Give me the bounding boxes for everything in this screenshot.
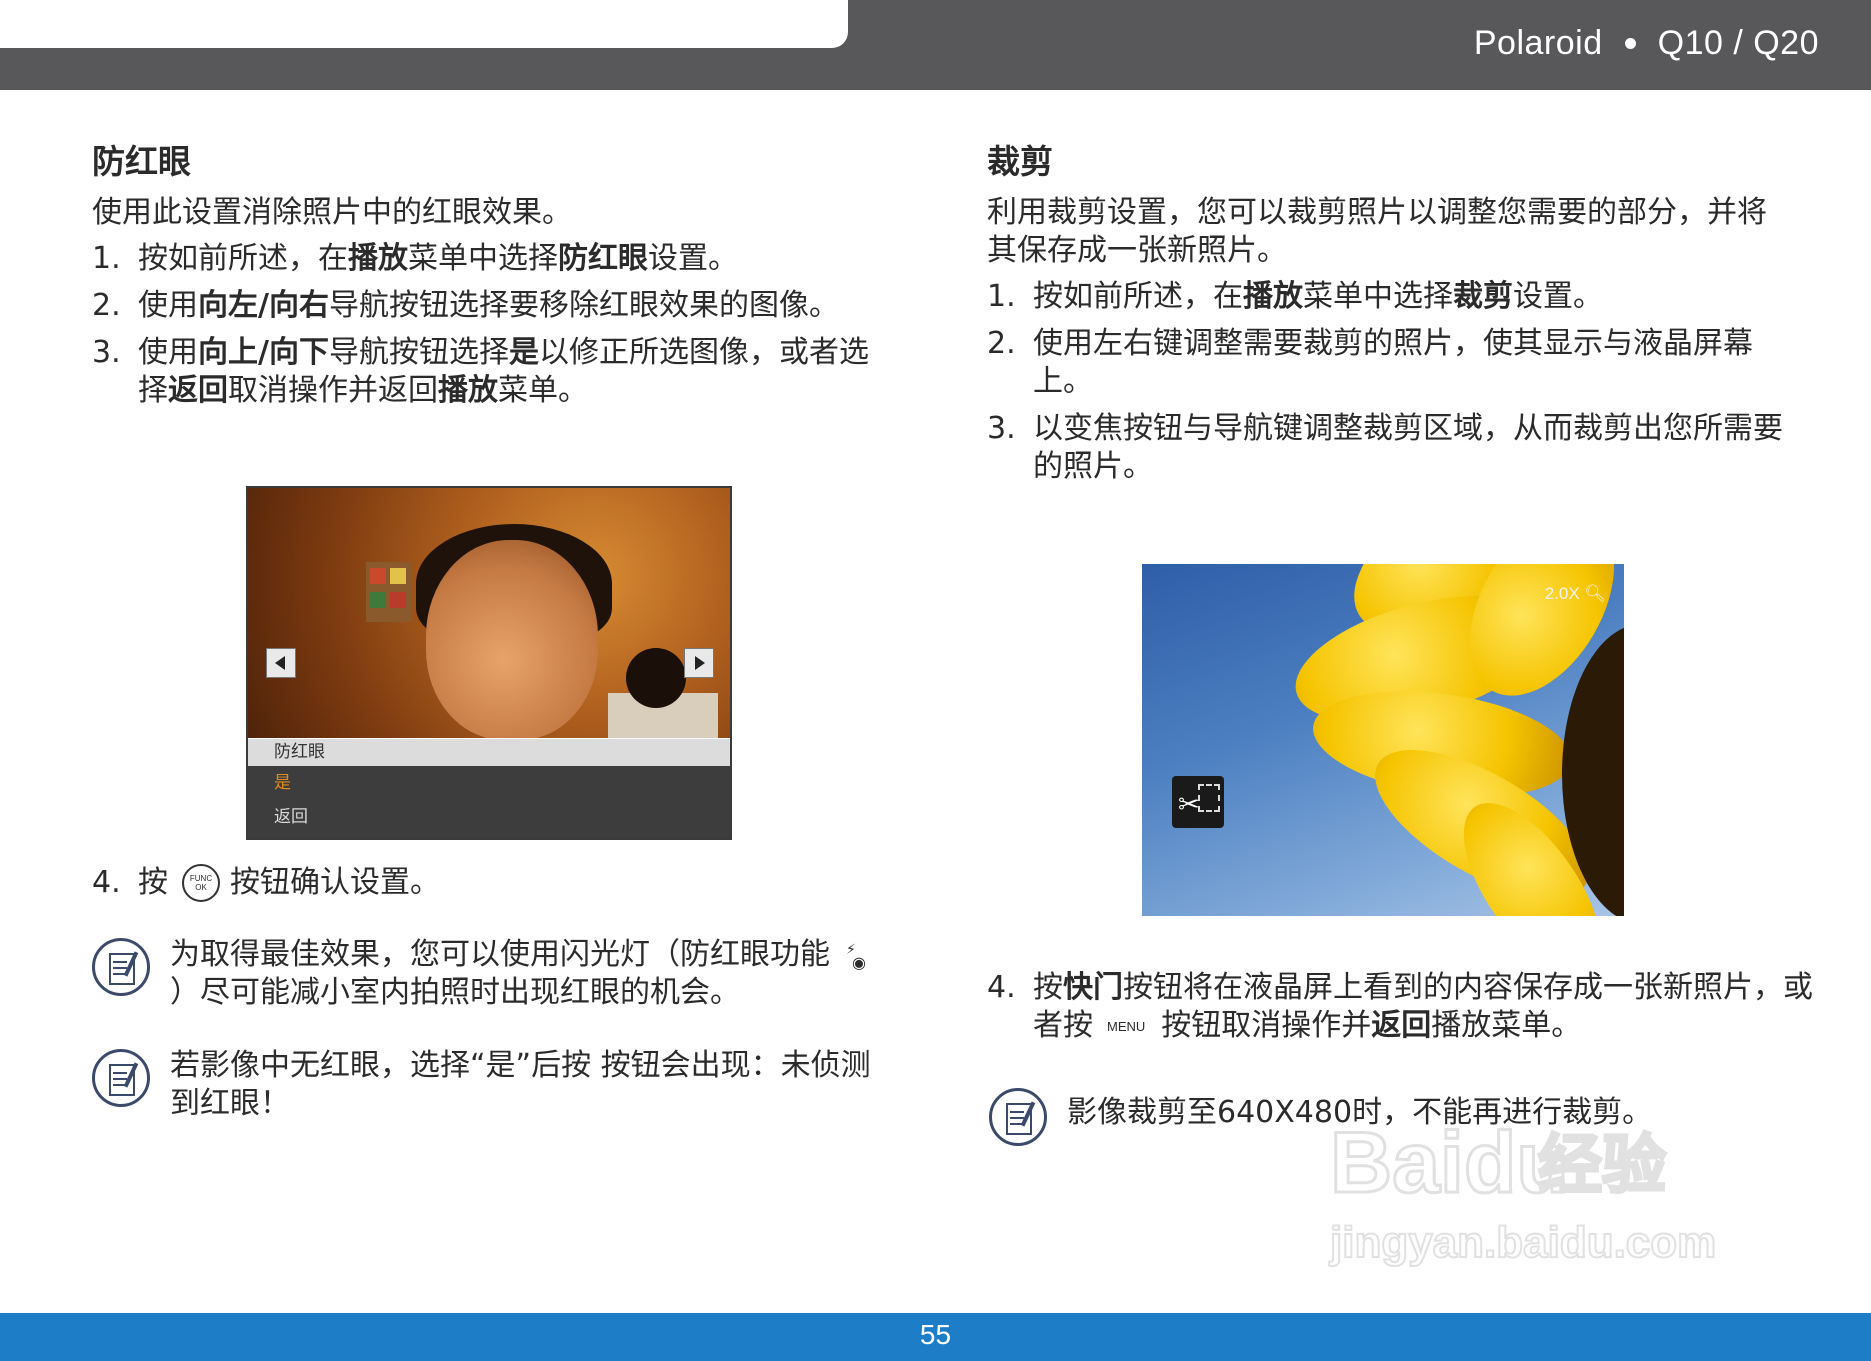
step-text: 菜单中选择 bbox=[1303, 279, 1453, 314]
step-bold: 向上/向下 bbox=[198, 335, 329, 370]
person-face bbox=[426, 540, 598, 740]
crop-camera-screen: 2.0X 🔍︎ ✂ bbox=[1142, 564, 1624, 916]
flash-redeye-icon: ⚡ ◉ bbox=[846, 941, 866, 972]
note-text-part: 为取得最佳效果，您可以使用闪光灯（防红眼功能 bbox=[170, 937, 830, 972]
background-shelf bbox=[366, 562, 412, 622]
right-column: 裁剪 利用裁剪设置，您可以裁剪照片以调整您需要的部分，并将其保存成一张新照片。 … bbox=[987, 140, 1787, 495]
watermark-brand: Baidu bbox=[1329, 1115, 1571, 1211]
left-arrow-icon bbox=[266, 648, 296, 678]
step-text: 播放菜单。 bbox=[1431, 1008, 1582, 1043]
note-text: 为取得最佳效果，您可以使用闪光灯（防红眼功能 ⚡ ◉ ）尽可能减小室内拍照时出现红眼的… bbox=[170, 936, 890, 1012]
step-text: 使用 bbox=[138, 288, 198, 323]
crop-step-2: 2. 使用左右键调整需要裁剪的照片，使其显示与液晶屏幕上。 bbox=[987, 325, 1787, 401]
note-no-redeye: 若影像中无红眼，选择“是”后按 按钮会出现：未侦测到红眼！ bbox=[92, 1047, 892, 1123]
step-text: 导航按钮选择要移除红眼效果的图像。 bbox=[328, 288, 839, 323]
menu-button-label: MENU bbox=[1107, 1018, 1146, 1034]
step-text: 设置。 bbox=[1513, 279, 1603, 314]
note-pencil-icon bbox=[92, 1049, 150, 1107]
redeye-step-1: 1. 按如前所述，在播放菜单中选择防红眼设置。 bbox=[92, 240, 892, 278]
step-text: 使用 bbox=[138, 335, 198, 370]
step-number: 3. bbox=[987, 411, 1016, 446]
watermark-url: jingyan.baidu.com bbox=[1329, 1217, 1717, 1268]
func-label: FUNC bbox=[189, 874, 213, 883]
step-text: 按 bbox=[138, 865, 168, 900]
redeye-intro: 使用此设置消除照片中的红眼效果。 bbox=[92, 195, 572, 230]
step-number: 4. bbox=[987, 970, 1016, 1005]
step-number: 4. bbox=[92, 865, 121, 900]
background-person-head bbox=[626, 648, 686, 708]
step-text: 菜单。 bbox=[498, 373, 588, 408]
step-text: 菜单中选择 bbox=[408, 241, 558, 276]
crop-intro: 利用裁剪设置，您可以裁剪照片以调整您需要的部分，并将其保存成一张新照片。 bbox=[987, 195, 1767, 268]
crop-step-1: 1. 按如前所述，在播放菜单中选择裁剪设置。 bbox=[987, 278, 1787, 316]
step-bold: 返回 bbox=[168, 373, 228, 408]
step-text: 取消操作并返回 bbox=[228, 373, 438, 408]
screen-menu-back: 返回 bbox=[274, 807, 308, 827]
step-text: 导航按钮选择 bbox=[328, 335, 509, 370]
step-bold: 播放 bbox=[348, 241, 408, 276]
photo-scene bbox=[248, 488, 730, 740]
redeye-step-4: 4. 按 FUNC OK 按钮确认设置。 bbox=[92, 864, 440, 902]
step-number: 1. bbox=[92, 241, 121, 276]
watermark-cn: 经验 bbox=[1537, 1128, 1668, 1205]
screen-menu-title: 防红眼 bbox=[274, 742, 325, 762]
step-number: 2. bbox=[987, 326, 1016, 361]
section-title-crop: 裁剪 bbox=[987, 142, 1053, 181]
crop-scissors-icon: ✂ bbox=[1172, 776, 1224, 828]
step-text: 按钮确认设置。 bbox=[230, 865, 440, 900]
baidu-watermark: Baidu 经验 jingyan.baidu.com bbox=[1329, 1115, 1770, 1298]
redeye-camera-screen: 防红眼 是 返回 bbox=[246, 486, 732, 840]
crop-step-3: 3. 以变焦按钮与导航键调整裁剪区域，从而裁剪出您所需要的照片。 bbox=[987, 410, 1787, 486]
right-arrow-icon bbox=[684, 648, 714, 678]
step-bold: 裁剪 bbox=[1453, 279, 1513, 314]
screen-menu-title-bar: 防红眼 bbox=[248, 738, 730, 767]
redeye-step-3: 3. 使用向上/向下导航按钮选择是以修正所选图像，或者选择返回取消操作并返回播放… bbox=[92, 334, 892, 410]
step-text: 按钮取消操作并 bbox=[1161, 1008, 1372, 1043]
step-bold: 返回 bbox=[1371, 1008, 1432, 1043]
brand-name: Polaroid bbox=[1473, 24, 1603, 62]
note-pencil-icon bbox=[92, 938, 150, 996]
crop-step-4: 4. 按快门按钮将在液晶屏上看到的内容保存成一张新照片，或者按 MENU 按钮取消操… bbox=[987, 969, 1833, 1046]
step-number: 3. bbox=[92, 335, 121, 370]
step-text: 按如前所述，在 bbox=[1033, 279, 1243, 314]
step-bold: 播放 bbox=[438, 373, 498, 408]
brand-line: Polaroid Q10 / Q20 bbox=[1474, 24, 1819, 63]
zoom-value: 2.0X bbox=[1544, 584, 1580, 603]
step-bold: 快门 bbox=[1063, 970, 1123, 1005]
screen-menu-options: 是 返回 bbox=[248, 766, 730, 838]
note-pencil-icon bbox=[989, 1088, 1047, 1146]
step-text: 按如前所述，在 bbox=[138, 241, 348, 276]
bullet-dot bbox=[1624, 38, 1636, 49]
step-number: 1. bbox=[987, 279, 1016, 314]
zoom-indicator: 2.0X 🔍︎ bbox=[1545, 584, 1606, 604]
func-ok-button-icon: FUNC OK bbox=[182, 864, 220, 902]
step-bold: 向左/向右 bbox=[198, 288, 329, 323]
left-column: 防红眼 使用此设置消除照片中的红眼效果。 1. 按如前所述，在播放菜单中选择防红… bbox=[92, 140, 892, 419]
step-text: 按 bbox=[1033, 970, 1063, 1005]
step-bold: 是 bbox=[508, 335, 539, 370]
step-bold: 播放 bbox=[1243, 279, 1303, 314]
header-tab bbox=[0, 0, 848, 48]
step-number: 2. bbox=[92, 288, 121, 323]
page-number: 55 bbox=[919, 1319, 952, 1350]
step-bold: 防红眼 bbox=[558, 241, 648, 276]
note-flash: 为取得最佳效果，您可以使用闪光灯（防红眼功能 ⚡ ◉ ）尽可能减小室内拍照时出现红眼的… bbox=[92, 936, 892, 1012]
note-text: 若影像中无红眼，选择“是”后按 按钮会出现：未侦测到红眼！ bbox=[170, 1048, 871, 1121]
note-text-part: ）尽可能减小室内拍照时出现红眼的机会。 bbox=[170, 975, 740, 1010]
screen-menu-yes: 是 bbox=[274, 773, 291, 793]
step-text: 以变焦按钮与导航键调整裁剪区域，从而裁剪出您所需要的照片。 bbox=[1033, 411, 1783, 484]
step-text: 使用左右键调整需要裁剪的照片，使其显示与液晶屏幕上。 bbox=[1033, 326, 1753, 399]
step-text: 设置。 bbox=[648, 241, 738, 276]
ok-label: OK bbox=[195, 883, 207, 892]
section-title-redeye: 防红眼 bbox=[92, 142, 191, 181]
model-name: Q10 / Q20 bbox=[1657, 24, 1819, 62]
magnifier-icon: 🔍︎ bbox=[1584, 584, 1606, 603]
redeye-step-2: 2. 使用向左/向右导航按钮选择要移除红眼效果的图像。 bbox=[92, 287, 892, 325]
